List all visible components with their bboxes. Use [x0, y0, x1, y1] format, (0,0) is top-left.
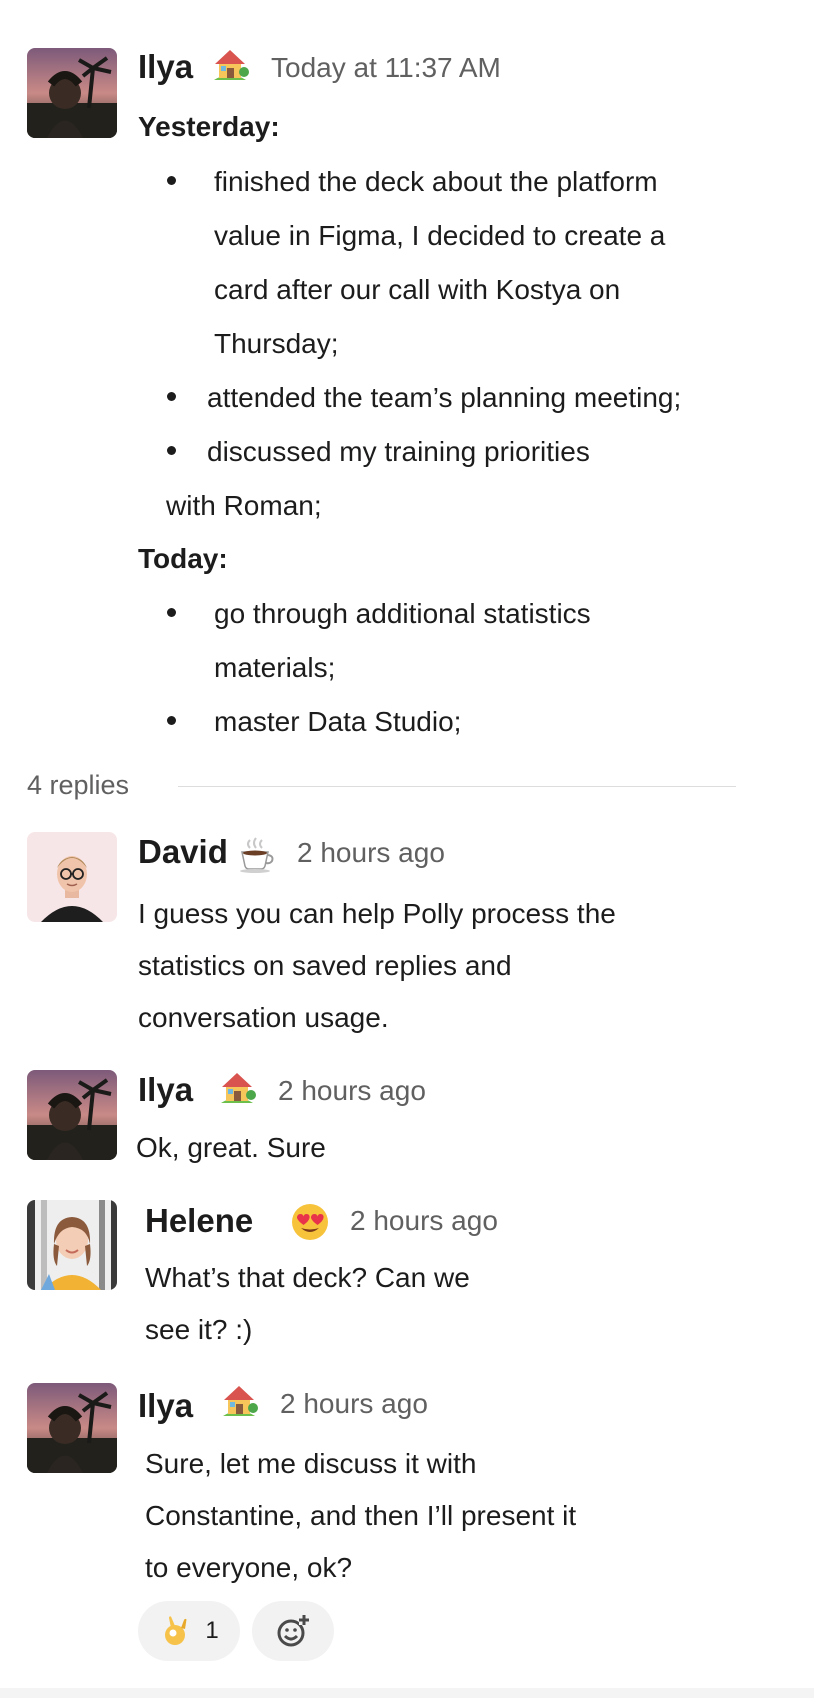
- avatar[interactable]: [27, 48, 117, 138]
- avatar[interactable]: [27, 1200, 117, 1290]
- bullet-line: card after our call with Kostya on: [214, 274, 621, 305]
- bullet-dot: [167, 446, 176, 455]
- timestamp[interactable]: 2 hours ago: [278, 1075, 426, 1107]
- section-heading-yesterday: Yesterday:: [138, 111, 280, 142]
- message-line: Sure, let me discuss it with: [145, 1448, 477, 1479]
- avatar-ilya-image: [27, 1070, 117, 1160]
- message-line: conversation usage.: [138, 1002, 389, 1033]
- avatar-ilya-image: [27, 48, 117, 138]
- author-name[interactable]: Ilya: [138, 1071, 193, 1109]
- bullet-dot: [167, 392, 176, 401]
- message-line: I guess you can help Polly process the: [138, 898, 616, 929]
- message-line: Ok, great. Sure: [136, 1132, 326, 1163]
- timestamp[interactable]: 2 hours ago: [350, 1205, 498, 1237]
- author-name[interactable]: Ilya: [138, 1387, 193, 1425]
- house-with-garden-icon[interactable]: [210, 44, 250, 84]
- hot-beverage-icon[interactable]: [236, 834, 276, 874]
- timestamp[interactable]: Today at 11:37 AM: [271, 52, 501, 84]
- reaction-count: 1: [205, 1617, 219, 1644]
- bullet-line: materials;: [214, 652, 336, 683]
- add-reaction-icon: [273, 1611, 313, 1651]
- bullet-line: with Roman;: [166, 490, 322, 521]
- reaction-ok-hand[interactable]: 1: [138, 1601, 240, 1661]
- bullet-line: discussed my training priorities: [207, 436, 590, 467]
- message-line: to everyone, ok?: [145, 1552, 353, 1583]
- bullet-line: go through additional statistics: [214, 598, 591, 629]
- avatar[interactable]: [27, 1070, 117, 1160]
- message-line: Constantine, and then I’ll present it: [145, 1500, 577, 1531]
- add-reaction-button[interactable]: [252, 1601, 334, 1661]
- section-heading-today: Today:: [138, 543, 228, 574]
- bullet-line: master Data Studio;: [214, 706, 462, 737]
- bullet-line: Thursday;: [214, 328, 339, 359]
- replies-divider: [178, 786, 736, 787]
- message-line: What’s that deck? Can we: [145, 1262, 470, 1293]
- bullet-line: attended the team’s planning meeting;: [207, 382, 682, 413]
- author-name[interactable]: Helene: [145, 1202, 253, 1240]
- avatar[interactable]: [27, 1383, 117, 1473]
- timestamp[interactable]: 2 hours ago: [297, 837, 445, 869]
- author-name[interactable]: Ilya: [138, 48, 193, 86]
- bullet-line: value in Figma, I decided to create a: [214, 220, 666, 251]
- bottom-edge: [0, 1688, 814, 1698]
- heart-eyes-face-icon[interactable]: [290, 1202, 330, 1242]
- avatar-helene-image: [27, 1200, 117, 1290]
- message-line: statistics on saved replies and: [138, 950, 512, 981]
- bullet-line: finished the deck about the platform: [214, 166, 658, 197]
- ok-hand-icon: [159, 1614, 193, 1648]
- avatar-david-image: [27, 832, 117, 922]
- house-with-garden-icon[interactable]: [219, 1380, 259, 1420]
- avatar[interactable]: [27, 832, 117, 922]
- avatar-ilya-image: [27, 1383, 117, 1473]
- message-line: see it? :): [145, 1314, 253, 1345]
- house-with-garden-icon[interactable]: [217, 1067, 257, 1107]
- timestamp[interactable]: 2 hours ago: [280, 1388, 428, 1420]
- bullet-dot: [167, 176, 176, 185]
- replies-count[interactable]: 4 replies: [27, 770, 129, 801]
- author-name[interactable]: David: [138, 833, 228, 871]
- bullet-dot: [167, 608, 176, 617]
- bullet-dot: [167, 716, 176, 725]
